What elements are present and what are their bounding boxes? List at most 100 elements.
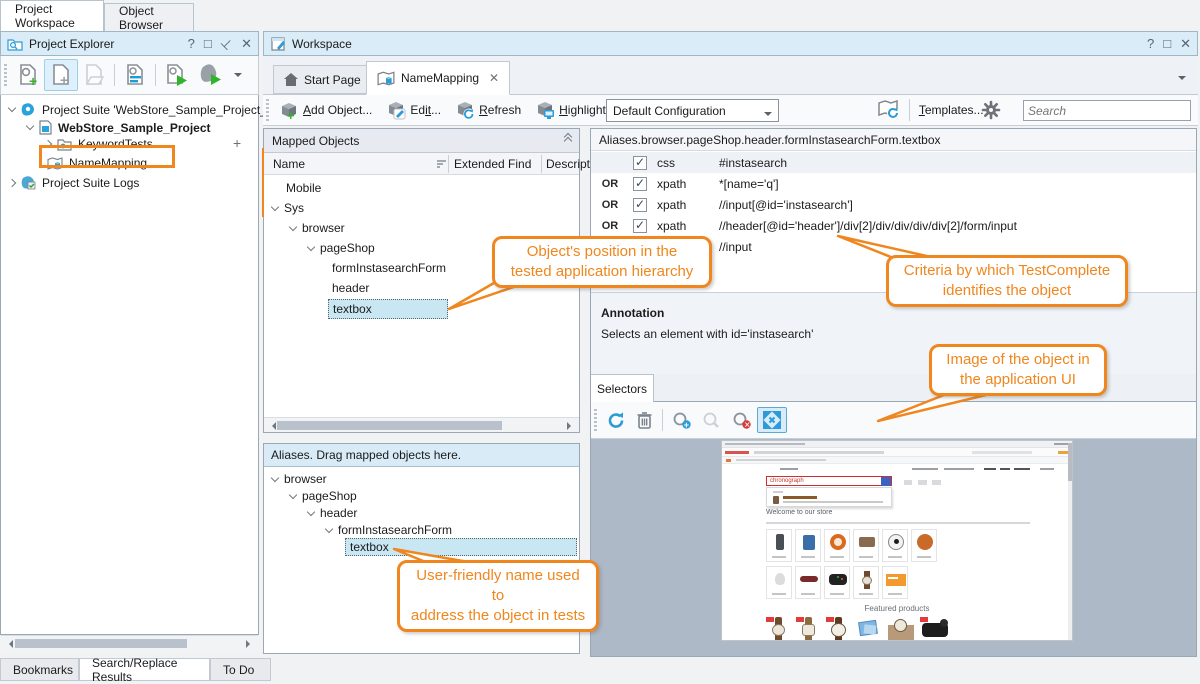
configuration-value: Default Configuration [613,104,726,118]
tab-list-dropdown-icon[interactable] [1178,76,1186,84]
tab-namemapping[interactable]: NameMapping ✕ [366,61,510,95]
tab-object-browser[interactable]: Object Browser [104,3,194,31]
toolbar-grip[interactable] [594,409,597,431]
mapped-objects-hscrollbar[interactable] [264,417,579,432]
home-icon [284,73,298,86]
chevron-down-icon[interactable] [325,524,333,532]
close-tab-icon[interactable]: ✕ [489,71,499,85]
refresh-button[interactable]: Refresh [450,97,526,123]
collapse-panel-icon[interactable] [565,137,571,144]
edit-button[interactable]: Edit... [381,97,446,123]
run-project-icon[interactable] [160,60,194,90]
open-item-icon[interactable] [78,60,110,90]
criteria-checkbox[interactable] [633,177,647,191]
new-item-icon[interactable]: + [44,59,78,91]
criteria-row[interactable]: OR xpath //input[@id='instasearch'] [591,194,1196,215]
project-explorer-toolbar: + + [0,56,259,95]
chevron-down-icon[interactable] [8,104,16,112]
alias-tree-forminstasearchform[interactable]: formInstasearchForm [326,523,452,537]
workspace-icon [271,37,286,51]
help-icon[interactable]: ? [1147,36,1154,52]
chevron-down-icon[interactable] [271,473,279,481]
zoom-reset-icon[interactable]: ✕ [727,408,757,433]
scroll-left-icon[interactable] [268,422,276,430]
toolbar-grip[interactable] [266,99,269,121]
chevron-down-icon[interactable] [289,490,297,498]
tree-item-project-suite[interactable]: Project Suite 'WebStore_Sample_Project_S… [9,102,288,117]
mapped-tree-pageshop[interactable]: pageShop [308,241,375,255]
alias-tree-header[interactable]: header [308,506,357,520]
mapped-tree-forminstasearchform[interactable]: formInstasearchForm [332,261,446,275]
chevron-right-icon[interactable] [8,178,16,186]
chevron-down-icon[interactable] [289,222,297,230]
add-project-icon[interactable]: + [12,60,44,90]
chevron-down-icon[interactable] [26,122,34,130]
help-icon[interactable]: ? [188,36,195,52]
mapped-tree-mobile[interactable]: Mobile [286,181,321,195]
workspace-header: Workspace ? □ ✕ [263,31,1198,56]
scrollbar-thumb[interactable] [277,421,502,430]
criteria-checkbox[interactable] [633,219,647,233]
mapped-tree-textbox[interactable]: textbox [328,299,448,319]
column-header-name[interactable]: Name [273,157,305,171]
mapping-editor-panel: Aliases.browser.pageShop.header.formInst… [590,128,1197,657]
criteria-value: //input [719,240,1196,254]
tree-item-project-suite-logs[interactable]: Project Suite Logs [9,175,139,190]
zoom-out-icon[interactable] [697,408,727,433]
aliases-title: Aliases. Drag mapped objects here. [271,448,461,462]
toolbar-dropdown-icon[interactable] [234,73,242,81]
add-object-button[interactable]: + Add Object... [274,97,377,123]
scroll-right-icon[interactable] [567,422,575,430]
tab-bookmarks[interactable]: Bookmarks [0,658,79,681]
update-namemapping-icon[interactable] [873,97,905,123]
alias-tree-textbox[interactable]: textbox [345,538,577,556]
criteria-row[interactable]: OR xpath //header[@id='header']/div[2]/d… [591,215,1196,236]
maximize-icon[interactable]: □ [204,36,212,52]
mapped-tree-header[interactable]: header [332,281,369,295]
close-icon[interactable]: ✕ [241,36,252,52]
maximize-icon[interactable]: □ [1163,36,1171,52]
mapped-objects-column-headers: Name Extended Find Descript [264,153,579,175]
add-keywordtest-icon[interactable]: + [233,135,241,151]
toolbar-grip[interactable] [4,64,7,86]
tab-search-replace-results[interactable]: Search/Replace Results [79,658,210,681]
column-header-extended-find[interactable]: Extended Find [454,157,531,171]
criteria-type: xpath [657,198,719,212]
tree-item-project[interactable]: WebStore_Sample_Project [27,120,211,135]
configuration-select[interactable]: Default Configuration [606,99,779,122]
alias-tree-browser[interactable]: browser [272,472,327,486]
column-header-description[interactable]: Descript [546,157,590,171]
scroll-right-icon[interactable] [246,640,254,648]
criteria-row[interactable]: css #instasearch [591,152,1196,173]
templates-button[interactable]: Templates... [914,100,989,120]
pin-icon[interactable]: ⊥ [217,34,236,53]
mapped-tree-browser[interactable]: browser [290,221,345,235]
mapped-tree-sys[interactable]: Sys [272,201,304,215]
settings-gear-icon[interactable] [981,100,1001,120]
tab-todo[interactable]: To Do [210,658,271,681]
scrollbar-thumb[interactable] [15,639,187,648]
run-suite-icon[interactable] [194,60,228,90]
project-order-icon[interactable] [119,60,151,90]
highlight-button[interactable]: Highlight [530,97,611,123]
criteria-value: //header[@id='header']/div[2]/div/div/di… [719,219,1196,233]
tab-selectors-label: Selectors [597,382,647,396]
criteria-checkbox[interactable] [633,156,647,170]
chevron-down-icon[interactable] [307,242,315,250]
scroll-left-icon[interactable] [5,640,13,648]
fit-to-window-icon[interactable] [757,407,787,433]
search-input[interactable] [1024,104,1189,118]
tab-selectors[interactable]: Selectors [591,374,654,402]
refresh-image-icon[interactable] [602,408,631,433]
alias-tree-pageshop[interactable]: pageShop [290,489,357,503]
delete-image-icon[interactable] [631,408,658,433]
project-explorer-hscrollbar[interactable] [1,635,258,651]
criteria-checkbox[interactable] [633,198,647,212]
mapped-objects-header: Mapped Objects [264,129,579,153]
tab-project-workspace[interactable]: Project Workspace [0,0,104,31]
close-icon[interactable]: ✕ [1180,36,1191,52]
chevron-down-icon[interactable] [271,202,279,210]
criteria-row[interactable]: OR xpath *[name='q'] [591,173,1196,194]
zoom-in-icon[interactable]: + [667,408,697,433]
chevron-down-icon[interactable] [307,507,315,515]
